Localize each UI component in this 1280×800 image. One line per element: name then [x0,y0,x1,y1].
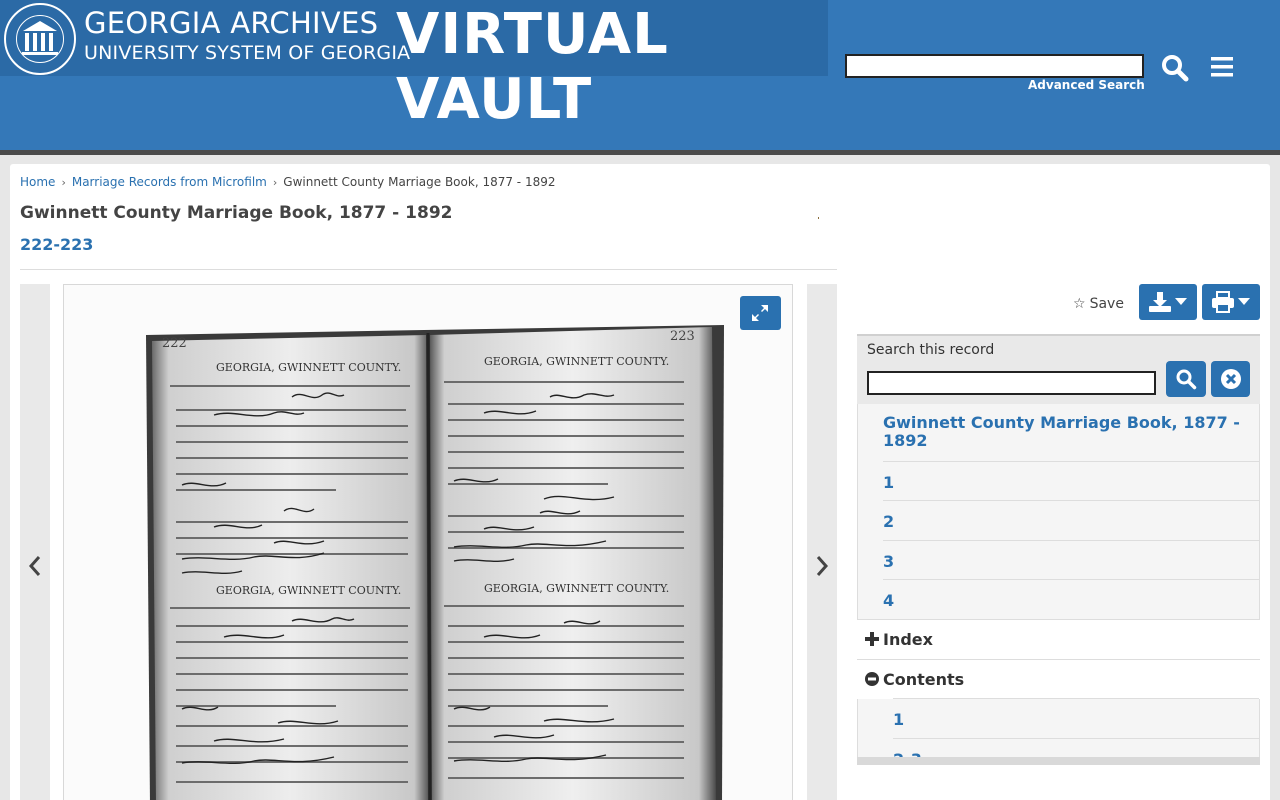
left-lower-header: GEORGIA, GWINNETT COUNTY. [216,584,401,597]
right-lower-header: GEORGIA, GWINNETT COUNTY. [484,582,669,595]
marriage-book-scan: 222 223 GEORGIA, GWINNETT COUNTY. GEORGI… [64,285,792,800]
menu-button[interactable] [1209,54,1235,80]
tree-section-label: Contents [883,670,965,689]
chevron-left-icon [28,556,41,576]
expand-icon [752,305,768,321]
print-icon [1212,291,1234,313]
next-page-button[interactable] [807,284,837,800]
star-icon: ☆ [1073,296,1086,312]
hamburger-icon [1211,57,1233,77]
tree-scroll-edge [857,757,1260,765]
record-search-button[interactable] [1166,361,1206,397]
contents-item[interactable]: 1 [893,698,1259,737]
usg-title: UNIVERSITY SYSTEM OF GEORGIA [84,42,411,64]
tree-item[interactable]: 4 [883,579,1259,618]
right-page-number: 223 [670,329,695,344]
breadcrumb-home[interactable]: Home [20,175,55,189]
breadcrumb-current: Gwinnett County Marriage Book, 1877 - 18… [283,175,556,189]
page-subtitle: 222-223 [20,235,94,254]
close-circle-icon [1221,369,1241,389]
tree-section-contents[interactable]: Contents [857,659,1260,699]
previous-page-button[interactable] [20,284,50,800]
save-label: Save [1089,296,1124,312]
decorative-dot [818,217,819,219]
save-button[interactable]: ☆ Save [1073,296,1124,312]
chevron-right-icon [816,556,829,576]
minus-circle-icon [865,672,879,686]
left-header: GEORGIA, GWINNETT COUNTY. [216,361,401,374]
record-search-input[interactable] [867,371,1156,395]
page-title: Gwinnett County Marriage Book, 1877 - 18… [20,203,453,223]
search-button[interactable] [1160,53,1190,83]
tree-item[interactable]: 3 [883,540,1259,579]
breadcrumb-separator: › [272,176,278,189]
brand-banner[interactable]: GEORGIA ARCHIVES UNIVERSITY SYSTEM OF GE… [0,0,828,132]
university-seal-icon [4,3,76,75]
site-search-input[interactable] [845,54,1144,78]
record-clear-button[interactable] [1211,361,1250,397]
tree-item[interactable]: 2 [883,500,1259,539]
archives-title: GEORGIA ARCHIVES [84,6,379,40]
search-icon [1162,55,1189,82]
print-button[interactable] [1202,284,1260,320]
plus-icon [865,632,879,646]
search-icon [1176,369,1197,390]
tree-item[interactable]: 1 [883,461,1259,500]
title-divider [20,269,837,270]
download-button[interactable] [1139,284,1197,320]
record-search-label: Search this record [867,342,995,358]
tree-section-index[interactable]: Index [857,619,1260,659]
tree-section-label: Index [883,630,933,649]
right-header: GEORGIA, GWINNETT COUNTY. [484,355,669,368]
breadcrumb-separator: › [61,176,66,189]
advanced-search-link[interactable]: Advanced Search [1028,78,1145,92]
header-divider [0,150,1280,155]
fullscreen-button[interactable] [740,296,781,330]
document-viewer[interactable]: 222 223 GEORGIA, GWINNETT COUNTY. GEORGI… [63,284,793,800]
breadcrumb-collection[interactable]: Marriage Records from Microfilm [72,175,267,189]
site-title: VIRTUAL VAULT [396,2,669,132]
left-page-number: 222 [162,336,187,351]
breadcrumb: Home › Marriage Records from Microfilm › Gwi… [20,175,555,189]
tree-root-link[interactable]: Gwinnett County Marriage Book, 1877 - 18… [883,414,1248,450]
download-icon [1149,292,1171,312]
